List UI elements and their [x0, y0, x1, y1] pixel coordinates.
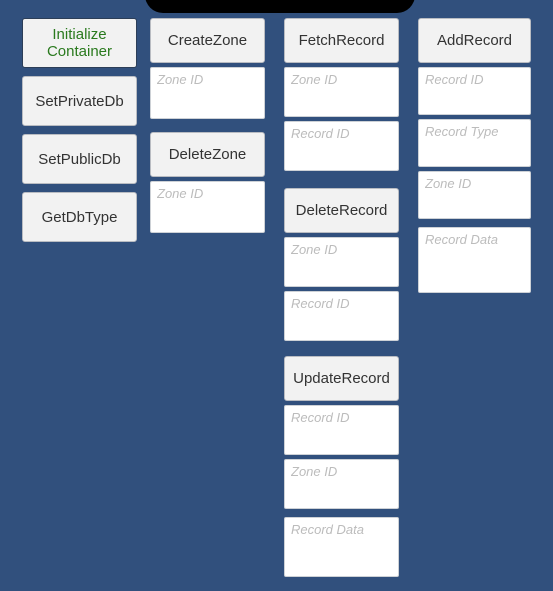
- add-record-record-id-input[interactable]: Record ID: [418, 67, 531, 115]
- update-record-record-data-input[interactable]: Record Data: [284, 517, 399, 577]
- group-create-zone: CreateZone Zone ID: [150, 18, 265, 119]
- add-record-button[interactable]: AddRecord: [418, 18, 531, 63]
- update-record-zone-id-input[interactable]: Zone ID: [284, 459, 399, 509]
- device-notch: [145, 0, 415, 13]
- group-initialize-container: Initialize Container: [22, 18, 137, 68]
- placeholder-text: Zone ID: [157, 72, 204, 87]
- initialize-container-button[interactable]: Initialize Container: [22, 18, 137, 68]
- set-private-db-button[interactable]: SetPrivateDb: [22, 76, 137, 126]
- group-get-db-type: GetDbType: [22, 192, 137, 242]
- placeholder-text: Record ID: [425, 72, 484, 87]
- update-record-record-id-input[interactable]: Record ID: [284, 405, 399, 455]
- group-update-record: UpdateRecord Record ID Zone ID Record Da…: [284, 356, 399, 577]
- group-add-record: AddRecord Record ID Record Type Zone ID …: [418, 18, 531, 293]
- placeholder-text: Zone ID: [291, 242, 338, 257]
- add-record-zone-id-input[interactable]: Zone ID: [418, 171, 531, 219]
- fetch-record-record-id-input[interactable]: Record ID: [284, 121, 399, 171]
- placeholder-text: Record ID: [291, 296, 350, 311]
- add-record-record-data-input[interactable]: Record Data: [418, 227, 531, 293]
- action-board: Initialize Container SetPrivateDb SetPub…: [0, 0, 553, 591]
- fetch-record-zone-id-input[interactable]: Zone ID: [284, 67, 399, 117]
- placeholder-text: Record Type: [425, 124, 499, 139]
- create-zone-button[interactable]: CreateZone: [150, 18, 265, 63]
- delete-zone-button[interactable]: DeleteZone: [150, 132, 265, 177]
- placeholder-text: Zone ID: [291, 464, 338, 479]
- placeholder-text: Record Data: [425, 232, 498, 247]
- group-fetch-record: FetchRecord Zone ID Record ID: [284, 18, 399, 171]
- placeholder-text: Zone ID: [291, 72, 338, 87]
- delete-zone-zone-id-input[interactable]: Zone ID: [150, 181, 265, 233]
- placeholder-text: Zone ID: [425, 176, 472, 191]
- set-public-db-button[interactable]: SetPublicDb: [22, 134, 137, 184]
- group-set-private-db: SetPrivateDb: [22, 76, 137, 126]
- delete-record-zone-id-input[interactable]: Zone ID: [284, 237, 399, 287]
- placeholder-text: Zone ID: [157, 186, 204, 201]
- placeholder-text: Record ID: [291, 126, 350, 141]
- update-record-button[interactable]: UpdateRecord: [284, 356, 399, 401]
- placeholder-text: Record Data: [291, 522, 364, 537]
- group-delete-record: DeleteRecord Zone ID Record ID: [284, 188, 399, 341]
- get-db-type-button[interactable]: GetDbType: [22, 192, 137, 242]
- delete-record-button[interactable]: DeleteRecord: [284, 188, 399, 233]
- fetch-record-button[interactable]: FetchRecord: [284, 18, 399, 63]
- group-set-public-db: SetPublicDb: [22, 134, 137, 184]
- placeholder-text: Record ID: [291, 410, 350, 425]
- group-delete-zone: DeleteZone Zone ID: [150, 132, 265, 233]
- delete-record-record-id-input[interactable]: Record ID: [284, 291, 399, 341]
- create-zone-zone-id-input[interactable]: Zone ID: [150, 67, 265, 119]
- add-record-record-type-input[interactable]: Record Type: [418, 119, 531, 167]
